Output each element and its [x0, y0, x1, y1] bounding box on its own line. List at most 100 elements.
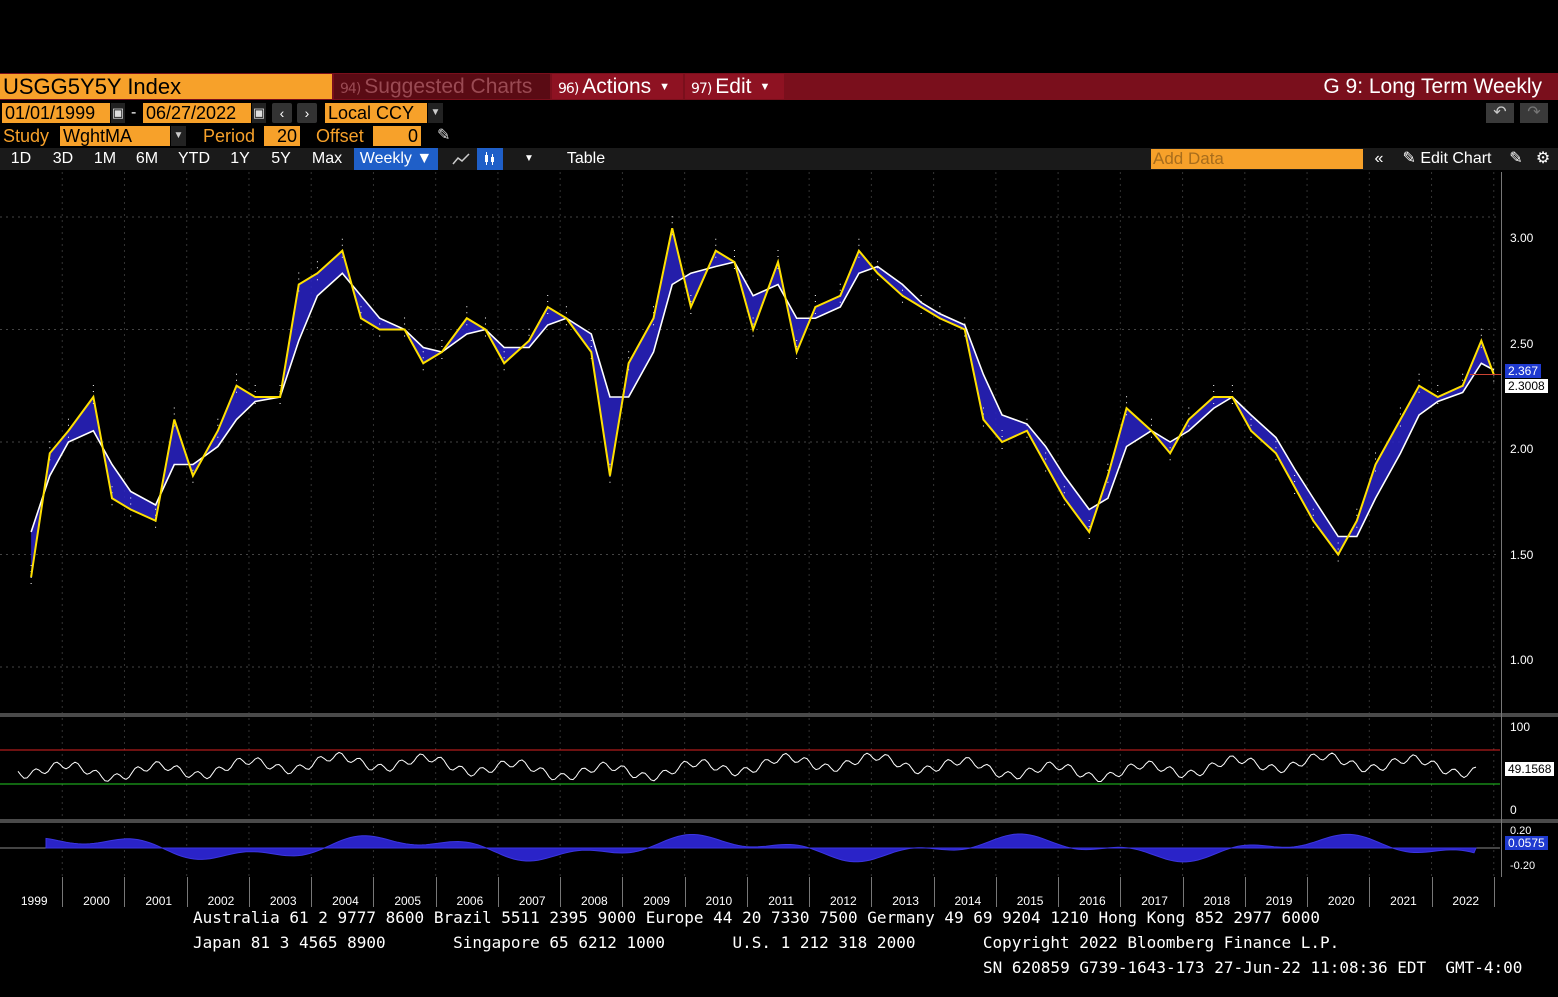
- macd-histogram: [45, 833, 1477, 863]
- chevron-down-icon[interactable]: ▼: [518, 148, 540, 170]
- footer-contacts: Australia 61 2 9777 8600 Brazil 5511 239…: [193, 908, 1321, 927]
- x-tick-mark: [809, 877, 811, 907]
- x-tick-mark: [435, 877, 437, 907]
- x-tick-mark: [248, 877, 250, 907]
- period-1y-button[interactable]: 1Y: [220, 148, 260, 170]
- x-tick-mark: [497, 877, 499, 907]
- chevron-down-icon[interactable]: ▼: [428, 103, 443, 123]
- x-tick-mark: [933, 877, 935, 907]
- candlestick-icon[interactable]: [477, 148, 503, 170]
- pencil-icon: ✎: [1402, 150, 1421, 167]
- period-label: Period: [203, 126, 256, 146]
- edit-chart-label: Edit Chart: [1420, 150, 1492, 167]
- panel-divider[interactable]: [0, 713, 1558, 717]
- x-tick-label: 2011: [768, 894, 795, 908]
- x-tick-mark: [560, 877, 562, 907]
- x-tick-mark: [1244, 877, 1246, 907]
- currency-select[interactable]: Local CCY: [325, 103, 427, 123]
- period-3d-button[interactable]: 3D: [42, 148, 84, 170]
- x-tick-mark: [311, 877, 313, 907]
- x-tick-label: 2018: [1203, 894, 1231, 908]
- chart-title: G 9: Long Term Weekly: [1323, 75, 1542, 98]
- caret-down-icon: ▼: [659, 80, 671, 93]
- add-data-input[interactable]: [1151, 149, 1363, 169]
- price-chart[interactable]: [0, 172, 1558, 902]
- x-tick-label: 2009: [643, 894, 670, 908]
- menu-label: Actions: [582, 75, 652, 98]
- x-tick-mark: [1307, 877, 1309, 907]
- x-tick-label: 2014: [954, 894, 982, 908]
- period-max-button[interactable]: Max: [302, 148, 352, 170]
- macd-tick: -0.20: [1510, 860, 1536, 872]
- menu-number: 97): [691, 81, 712, 97]
- y-tick: 2.00: [1510, 442, 1534, 456]
- y-tick: 3.00: [1510, 231, 1534, 245]
- ma-fill-area: [30, 216, 1495, 589]
- study-select[interactable]: WghtMA: [60, 126, 170, 146]
- ticker-field[interactable]: USGG5Y5Y Index: [0, 74, 332, 99]
- x-tick-mark: [62, 877, 64, 907]
- x-tick-mark: [622, 877, 624, 907]
- x-tick-mark: [1058, 877, 1060, 907]
- chevron-down-icon[interactable]: ▼: [171, 126, 186, 146]
- period-ytd-button[interactable]: YTD: [168, 148, 220, 170]
- rsi-tick: 100: [1510, 720, 1531, 734]
- x-tick-label: 2000: [83, 894, 110, 908]
- date-separator: -: [131, 104, 137, 121]
- period-6m-button[interactable]: 6M: [126, 148, 168, 170]
- period-5y-button[interactable]: 5Y: [260, 148, 302, 170]
- menu-number: 96): [558, 81, 579, 97]
- x-tick-label: 2007: [518, 894, 546, 908]
- x-tick-mark: [1369, 877, 1371, 907]
- collapse-icon[interactable]: «: [1367, 148, 1391, 170]
- y-tick: 1.00: [1510, 653, 1534, 667]
- study-label: Study: [3, 126, 50, 146]
- x-tick-label: 2021: [1390, 894, 1417, 908]
- x-tick-mark: [1493, 877, 1495, 907]
- end-date-field[interactable]: 06/27/2022: [143, 103, 251, 123]
- redo-button[interactable]: ↷: [1520, 103, 1548, 123]
- chart-edit-icon[interactable]: ✎: [1505, 148, 1527, 170]
- x-tick-label: 2015: [1016, 894, 1044, 908]
- calendar-icon[interactable]: ▣: [252, 103, 266, 123]
- panel-divider[interactable]: [0, 819, 1558, 823]
- start-date-field[interactable]: 01/01/1999: [2, 103, 110, 123]
- x-tick-label: 2012: [830, 894, 857, 908]
- x-tick-label: 2006: [456, 894, 484, 908]
- period-1m-button[interactable]: 1M: [84, 148, 126, 170]
- x-tick-mark: [1120, 877, 1122, 907]
- x-tick-mark: [746, 877, 748, 907]
- x-tick-label: 2003: [269, 894, 297, 908]
- period-input[interactable]: 20: [264, 126, 300, 146]
- table-button[interactable]: Table: [548, 148, 624, 170]
- pencil-icon[interactable]: ✎: [437, 126, 450, 146]
- frequency-select[interactable]: Weekly ▼: [354, 148, 438, 170]
- macd-value-tag: 0.0575: [1505, 836, 1548, 850]
- edit-menu[interactable]: 97) Edit ▼: [685, 74, 784, 99]
- x-tick-mark: [186, 877, 188, 907]
- period-1d-button[interactable]: 1D: [0, 148, 42, 170]
- y-tick: 1.50: [1510, 548, 1534, 562]
- chart-grid: [0, 172, 1500, 877]
- calendar-icon[interactable]: ▣: [111, 103, 125, 123]
- x-tick-label: 2002: [207, 894, 235, 908]
- line-chart-icon[interactable]: [448, 148, 474, 170]
- offset-input[interactable]: 0: [373, 126, 421, 146]
- y-axis-line: [1501, 172, 1502, 877]
- rsi-panel: [0, 749, 1500, 785]
- actions-menu[interactable]: 96) Actions ▼: [552, 74, 683, 99]
- suggested-charts-menu[interactable]: 94) Suggested Charts: [334, 74, 550, 99]
- x-tick-mark: [1182, 877, 1184, 907]
- x-tick-label: 2016: [1078, 894, 1106, 908]
- gear-icon[interactable]: ⚙: [1532, 148, 1554, 170]
- prev-arrow-button[interactable]: ‹: [272, 103, 292, 123]
- next-arrow-button[interactable]: ›: [297, 103, 317, 123]
- x-tick-label: 2010: [705, 894, 733, 908]
- undo-button[interactable]: ↶: [1486, 103, 1514, 123]
- x-tick-label: 2008: [581, 894, 608, 908]
- x-tick-mark: [995, 877, 997, 907]
- edit-chart-button[interactable]: ✎ Edit Chart: [1396, 148, 1498, 170]
- footer-copyright: Japan 81 3 4565 8900 Singapore 65 6212 1…: [193, 933, 1340, 952]
- x-tick-label: 2013: [892, 894, 919, 908]
- ma-fill-area-path: [31, 228, 1494, 577]
